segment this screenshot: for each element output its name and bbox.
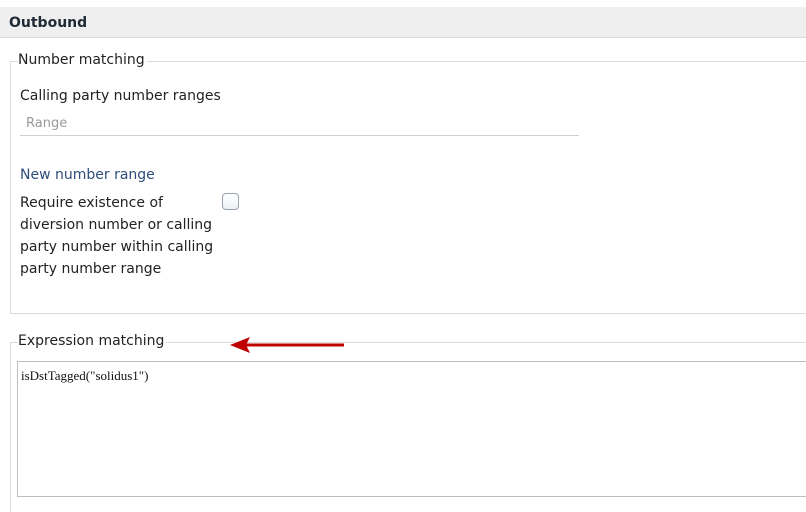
require-existence-checkbox[interactable] <box>222 193 239 210</box>
require-existence-label: Require existence of diversion number or… <box>20 195 214 277</box>
range-input[interactable] <box>20 112 579 136</box>
red-left-arrow-icon <box>230 337 344 353</box>
expression-matching-legend: Expression matching <box>18 333 167 349</box>
section-header-outbound: Outbound <box>0 7 806 38</box>
calling-party-label: Calling party number ranges <box>20 88 221 104</box>
number-matching-legend: Number matching <box>18 52 147 68</box>
expression-textarea[interactable]: isDstTagged("solidus1") <box>17 361 806 497</box>
section-title: Outbound <box>9 15 88 31</box>
new-number-range-link[interactable]: New number range <box>20 167 155 183</box>
